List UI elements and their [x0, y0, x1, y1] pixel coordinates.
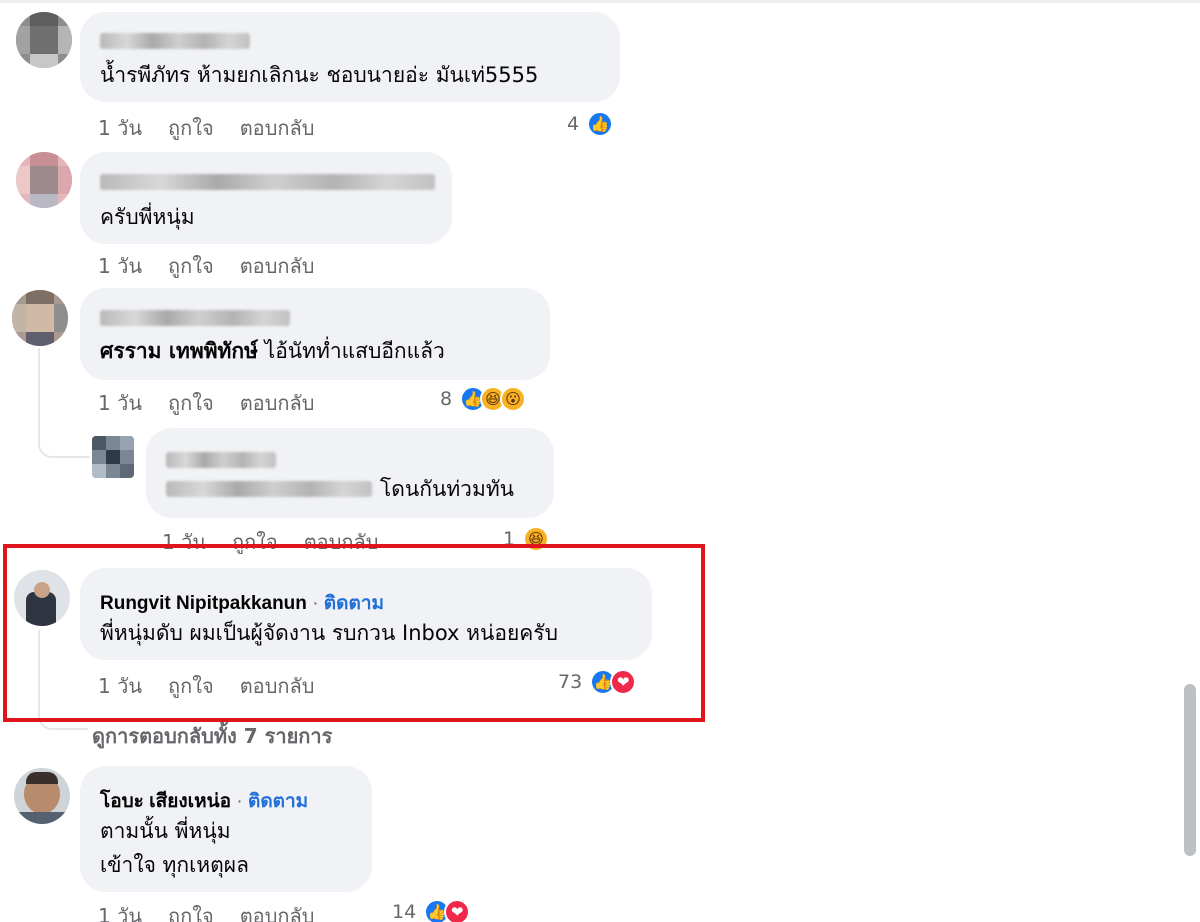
author-name-row: โอบะ เสียงเหน่อ · ติดตาม — [100, 786, 308, 816]
reply-text: โดนกันท่วมทัน — [380, 477, 515, 501]
reaction-count: 4 — [567, 113, 580, 135]
comment-text-body: ไอ้นัทท่ำแสบอีกแล้ว — [257, 339, 445, 363]
comment-text-line: เข้าใจ ทุกเหตุผล — [100, 853, 249, 877]
avatar[interactable] — [14, 768, 70, 824]
like-button[interactable]: ถูกใจ — [168, 250, 214, 282]
avatar[interactable] — [92, 436, 134, 478]
timestamp[interactable]: 1 วัน — [98, 387, 142, 419]
avatar[interactable] — [16, 12, 72, 68]
comment-actions: 1 วัน ถูกใจ ตอบกลับ — [98, 250, 340, 282]
blurred-author-name — [100, 174, 435, 190]
reply-button[interactable]: ตอบกลับ — [240, 250, 315, 282]
reply-button[interactable]: ตอบกลับ — [240, 387, 315, 419]
author-name[interactable]: โอบะ เสียงเหน่อ — [100, 791, 231, 812]
mention-tag[interactable]: ศรราม เทพพิทักษ์ — [100, 339, 258, 363]
like-button[interactable]: ถูกใจ — [168, 900, 214, 922]
reply-button[interactable]: ตอบกลับ — [240, 112, 315, 144]
blurred-author-name — [100, 310, 290, 326]
top-edge — [0, 0, 1200, 3]
comment-actions: 1 วัน ถูกใจ ตอบกลับ — [98, 900, 340, 922]
blurred-text — [166, 481, 372, 497]
view-all-replies-link[interactable]: ดูการตอบกลับทั้ง 7 รายการ — [92, 720, 332, 752]
reaction-count: 8 — [440, 388, 453, 410]
comment-text: ครับพี่หนุ่ม — [100, 205, 195, 229]
wow-icon: 😮 — [500, 386, 527, 412]
timestamp[interactable]: 1 วัน — [98, 250, 142, 282]
reaction-summary[interactable]: 4 👍 — [567, 111, 614, 137]
comment-actions: 1 วัน ถูกใจ ตอบกลับ — [98, 387, 340, 419]
like-button[interactable]: ถูกใจ — [168, 112, 214, 144]
timestamp[interactable]: 1 วัน — [98, 112, 142, 144]
blurred-author-name — [100, 33, 250, 49]
reaction-summary[interactable]: 8 👍 😆 😮 — [440, 386, 527, 412]
timestamp[interactable]: 1 วัน — [98, 900, 142, 922]
comment-text: น้ำรพีภัทร ห้ามยกเลิกนะ ชอบนายอ่ะ มันเท่… — [100, 63, 539, 87]
like-button[interactable]: ถูกใจ — [168, 387, 214, 419]
reply-button[interactable]: ตอบกลับ — [240, 900, 315, 922]
like-icon: 👍 — [587, 111, 614, 137]
love-icon: ❤ — [444, 899, 471, 922]
avatar[interactable] — [12, 290, 68, 346]
comments-page: น้ำรพีภัทร ห้ามยกเลิกนะ ชอบนายอ่ะ มันเท่… — [0, 0, 1200, 922]
scrollbar-thumb[interactable] — [1184, 684, 1196, 856]
comment-text: ศรราม เทพพิทักษ์ ไอ้นัทท่ำแสบอีกแล้ว — [100, 334, 445, 368]
reaction-summary[interactable]: 14 👍 ❤ — [392, 899, 471, 922]
avatar[interactable] — [16, 152, 72, 208]
red-highlight-box — [3, 544, 705, 722]
comment-actions: 1 วัน ถูกใจ ตอบกลับ — [98, 112, 340, 144]
blurred-author-name — [166, 452, 276, 468]
comment-text-line: ตามนั้น พี่หนุ่ม — [100, 819, 231, 843]
reaction-count: 14 — [392, 901, 417, 922]
follow-link[interactable]: ติดตาม — [248, 791, 308, 812]
separator: · — [236, 791, 243, 812]
